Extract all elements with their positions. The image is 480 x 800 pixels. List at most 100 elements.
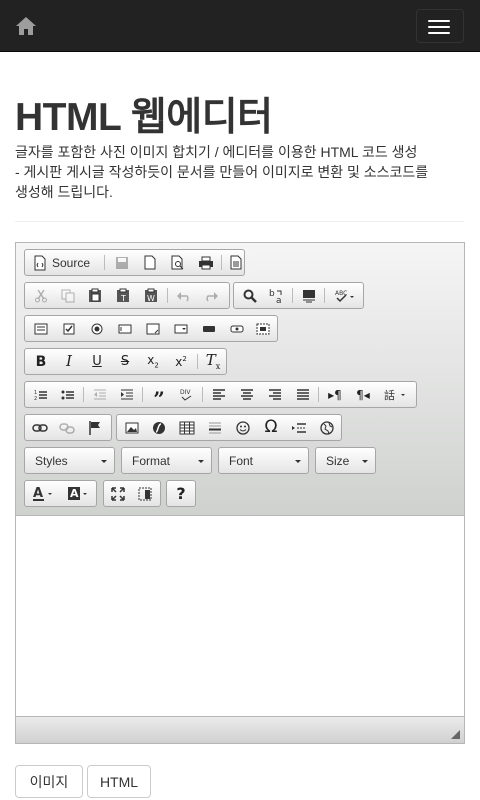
show-blocks-button[interactable] xyxy=(132,482,158,505)
chevron-down-icon xyxy=(295,460,301,463)
special-char-button[interactable]: Ω xyxy=(258,416,284,439)
blockquote-button[interactable]: ” xyxy=(146,383,172,409)
align-center-button[interactable] xyxy=(234,383,260,406)
checkbox-button[interactable] xyxy=(56,317,82,340)
strikethrough-icon: S xyxy=(120,354,130,369)
subscript-button[interactable]: x2 xyxy=(140,350,166,373)
toolbar-separator xyxy=(142,387,143,402)
new-page-button[interactable] xyxy=(137,251,163,274)
align-left-button[interactable] xyxy=(206,383,232,406)
link-button[interactable] xyxy=(27,416,53,439)
unlink-icon xyxy=(59,422,75,434)
cut-button[interactable] xyxy=(28,284,54,307)
flash-button[interactable] xyxy=(146,416,172,439)
search-icon xyxy=(243,289,257,303)
ltr-icon: ▸¶ xyxy=(328,387,342,402)
select-all-button[interactable] xyxy=(296,284,322,307)
language-button[interactable]: 話 xyxy=(378,383,414,406)
spellcheck-button[interactable]: ABC xyxy=(328,284,361,307)
toolbar-separator xyxy=(318,387,319,402)
save-button[interactable] xyxy=(109,251,135,274)
hamburger-menu-button[interactable] xyxy=(416,9,464,43)
font-dropdown[interactable]: Font xyxy=(218,447,309,474)
hidden-field-button[interactable] xyxy=(250,317,276,340)
editor-content-area[interactable] xyxy=(16,516,464,716)
toolbar-group-about: ? xyxy=(166,480,196,507)
size-dropdown[interactable]: Size xyxy=(315,447,376,474)
paste-word-button[interactable]: W xyxy=(138,284,164,307)
image-export-button[interactable]: 이미지 xyxy=(15,765,83,798)
italic-button[interactable]: I xyxy=(56,350,82,373)
undo-icon xyxy=(177,291,189,301)
create-div-button[interactable]: DIV xyxy=(174,383,200,406)
bold-button[interactable]: B xyxy=(28,350,54,373)
find-button[interactable] xyxy=(237,284,263,307)
textarea-button[interactable] xyxy=(140,317,166,340)
form-button[interactable] xyxy=(28,317,54,340)
preview-button[interactable] xyxy=(165,251,191,274)
rtl-button[interactable]: ¶◂ xyxy=(350,383,376,406)
horizontal-rule-button[interactable] xyxy=(202,416,228,439)
iframe-button[interactable] xyxy=(314,416,340,439)
svg-text:a: a xyxy=(276,296,282,304)
outdent-button[interactable] xyxy=(87,383,113,406)
copy-button[interactable] xyxy=(55,284,81,307)
smiley-button[interactable] xyxy=(230,416,256,439)
textfield-button[interactable] xyxy=(112,317,138,340)
checkbox-icon xyxy=(63,323,75,334)
resize-handle-icon[interactable] xyxy=(451,730,460,739)
superscript-button[interactable]: x2 xyxy=(168,350,194,373)
home-icon[interactable] xyxy=(14,14,38,38)
print-button[interactable] xyxy=(193,251,219,274)
ltr-button[interactable]: ▸¶ xyxy=(322,383,348,406)
remove-format-button[interactable]: Tx xyxy=(200,350,226,373)
justify-button[interactable] xyxy=(290,383,316,406)
redo-button[interactable] xyxy=(198,284,224,307)
styles-label: Styles xyxy=(35,454,68,468)
help-button[interactable]: ? xyxy=(168,482,194,505)
numbered-list-button[interactable]: 12 xyxy=(28,383,54,406)
toolbar-group-basicstyles: B I U S x2 x2 Tx xyxy=(24,348,227,375)
svg-text:話: 話 xyxy=(384,388,395,402)
image-button[interactable] xyxy=(119,416,145,439)
text-color-button[interactable]: A xyxy=(27,482,61,505)
link-icon xyxy=(32,423,48,432)
bulleted-list-icon xyxy=(61,390,74,399)
paste-text-button[interactable]: T xyxy=(110,284,136,307)
page-break-button[interactable] xyxy=(286,416,312,439)
anchor-button[interactable] xyxy=(82,416,108,439)
select-button[interactable] xyxy=(168,317,194,340)
description-line: - 게시판 게시글 작성하듯이 문서를 만들어 이미지로 변환 및 소스코드를 xyxy=(15,164,429,180)
maximize-icon xyxy=(111,486,125,501)
source-button[interactable]: Source xyxy=(28,251,98,274)
editor-statusbar xyxy=(16,716,464,743)
align-left-icon xyxy=(213,389,225,400)
strikethrough-button[interactable]: S xyxy=(112,350,138,373)
unlink-button[interactable] xyxy=(54,416,80,439)
description-line: 생성해 드립니다. xyxy=(15,184,113,200)
show-blocks-icon xyxy=(138,487,152,500)
image-button-button[interactable] xyxy=(224,317,250,340)
bg-color-button[interactable]: A xyxy=(62,482,96,505)
paste-icon xyxy=(89,288,101,302)
format-dropdown[interactable]: Format xyxy=(121,447,212,474)
radio-icon xyxy=(91,323,103,334)
toolbar-separator xyxy=(83,387,84,402)
button-button[interactable] xyxy=(196,317,222,340)
underline-button[interactable]: U xyxy=(84,350,110,373)
maximize-button[interactable] xyxy=(105,482,131,505)
bulleted-list-button[interactable] xyxy=(55,383,81,406)
styles-dropdown[interactable]: Styles xyxy=(24,447,115,474)
indent-button[interactable] xyxy=(114,383,140,406)
table-button[interactable] xyxy=(174,416,200,439)
textarea-icon xyxy=(146,323,160,334)
toolbar-separator xyxy=(104,255,105,270)
html-export-button[interactable]: HTML xyxy=(87,765,151,798)
toolbar-group-editing: ba ABC xyxy=(233,282,364,309)
paste-button[interactable] xyxy=(82,284,108,307)
radio-button[interactable] xyxy=(84,317,110,340)
templates-button[interactable] xyxy=(223,251,249,274)
align-right-button[interactable] xyxy=(262,383,288,406)
replace-button[interactable]: ba xyxy=(264,284,290,307)
undo-button[interactable] xyxy=(171,284,197,307)
